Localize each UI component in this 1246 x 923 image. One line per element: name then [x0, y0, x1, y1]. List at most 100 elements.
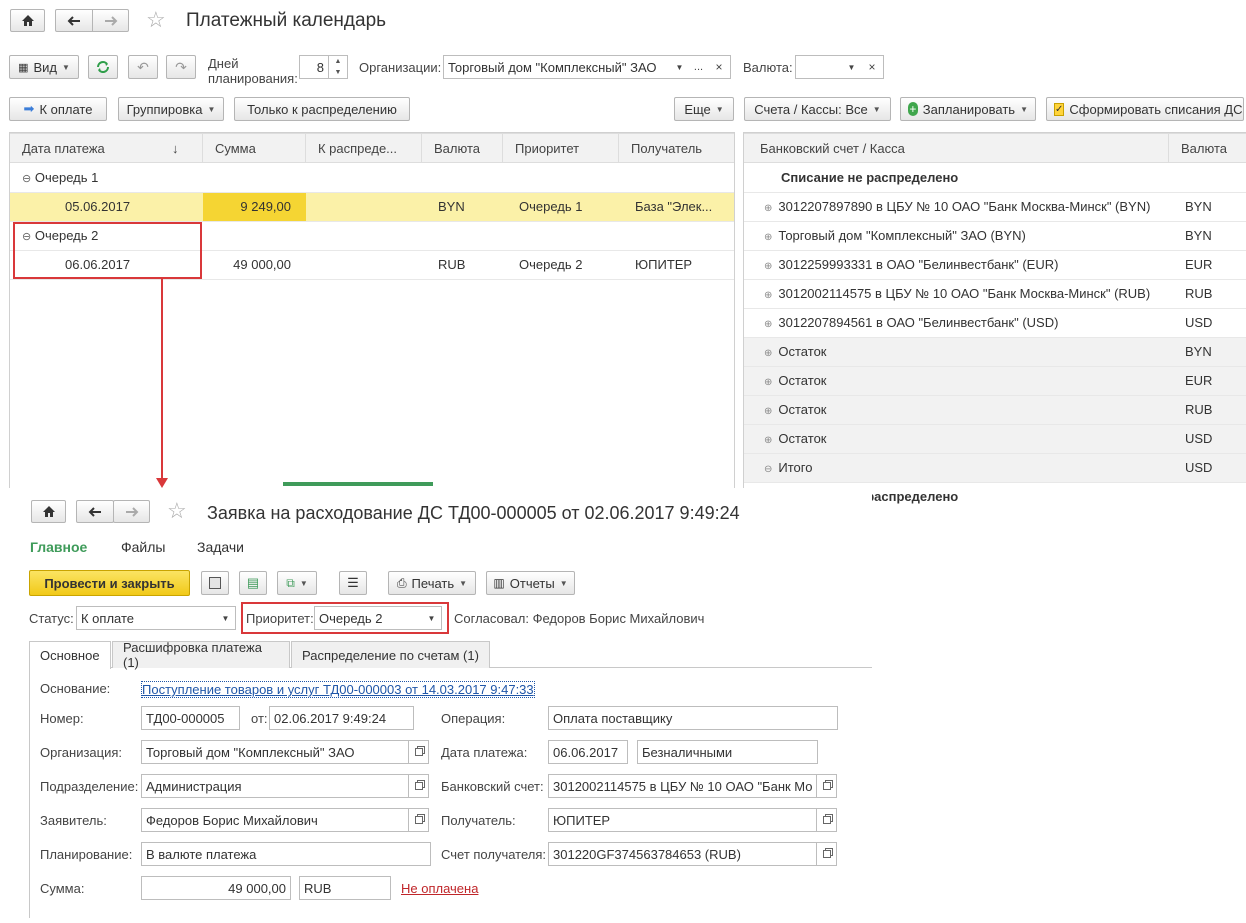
col-sum[interactable]: Сумма	[203, 134, 306, 163]
paytype-select[interactable]: Безналичными	[637, 740, 818, 764]
sum-currency[interactable]: RUB	[299, 876, 391, 900]
only-distribution-button[interactable]: Только к распределению	[234, 97, 410, 121]
post-button[interactable]: ▤	[239, 571, 267, 595]
home-button[interactable]	[10, 9, 45, 32]
account-row[interactable]: ⊖ Итого USD	[744, 454, 1246, 483]
grouping-button[interactable]: Группировка ▼	[118, 97, 224, 121]
arrow-right-icon	[125, 506, 138, 517]
currency-dropdown-button[interactable]: ▼	[842, 55, 862, 79]
paydate-input[interactable]: 06.06.2017	[548, 740, 628, 764]
bank-open-button[interactable]	[817, 774, 837, 798]
bank-input[interactable]: 3012002114575 в ЦБУ № 10 ОАО "Банк Мо	[548, 774, 817, 798]
expand-icon[interactable]: ⊕	[764, 406, 772, 417]
refresh-button[interactable]	[88, 55, 118, 79]
account-row[interactable]: ⊕ Остаток BYN	[744, 338, 1246, 367]
nav-tab-files[interactable]: Файлы	[121, 539, 165, 555]
redo-button[interactable]: ↷	[166, 55, 196, 79]
scroll-bar[interactable]	[283, 482, 433, 486]
to-payment-button[interactable]: ➡ К оплате	[9, 97, 107, 121]
expand-icon[interactable]: ⊕	[764, 348, 772, 359]
account-row[interactable]: ⊕ 3012207894561 в ОАО "Белинвестбанк" (US…	[744, 309, 1246, 338]
col-recipient[interactable]: Получатель	[619, 134, 734, 163]
days-input[interactable]: 8	[299, 55, 329, 79]
account-row[interactable]: ⊕ 3012259993331 в ОАО "Белинвестбанк" (EU…	[744, 251, 1246, 280]
days-stepper[interactable]: ▲ ▼	[328, 55, 348, 79]
col-date[interactable]: Дата платежа ↓	[10, 134, 203, 163]
accounts-filter-button[interactable]: Счета / Кассы: Все ▼	[744, 97, 891, 121]
post-and-close-button[interactable]: Провести и закрыть	[29, 570, 190, 596]
nav-tab-main[interactable]: Главное	[30, 539, 87, 555]
view-button[interactable]: ▦ Вид ▼	[9, 55, 79, 79]
planning-select[interactable]: В валюте платежа	[141, 842, 431, 866]
save-button[interactable]	[201, 571, 229, 595]
applicant-input[interactable]: Федоров Борис Михайлович	[141, 808, 409, 832]
plan-button[interactable]: + Запланировать ▼	[900, 97, 1036, 121]
form-writeoffs-button[interactable]: ✓ Сформировать списания ДС	[1046, 97, 1244, 121]
print-button[interactable]: ⎙ Печать ▼	[388, 571, 476, 595]
basis-link[interactable]: Поступление товаров и услуг ТД00-000003 …	[141, 681, 535, 698]
org-clear-button[interactable]: ×	[708, 55, 731, 79]
payment-status-link[interactable]: Не оплачена	[401, 881, 478, 896]
applicant-open-button[interactable]	[409, 808, 429, 832]
account-row[interactable]: ⊕ Торговый дом "Комплексный" ЗАО (BYN) BYN	[744, 222, 1246, 251]
favorite-star-icon[interactable]: ☆	[146, 8, 166, 32]
status-dropdown-button[interactable]: ▼	[216, 606, 236, 630]
more-button[interactable]: Еще ▼	[674, 97, 734, 121]
account-row[interactable]: ⊕ Остаток USD	[744, 425, 1246, 454]
org-open-button[interactable]	[409, 740, 429, 764]
col-right-currency[interactable]: Валюта	[1169, 134, 1246, 163]
operation-select[interactable]: Оплата поставщику	[548, 706, 838, 730]
tab-main[interactable]: Основное	[29, 641, 111, 669]
collapse-icon[interactable]: ⊖	[764, 464, 772, 475]
recipient-input[interactable]: ЮПИТЕР	[548, 808, 817, 832]
dept-input[interactable]: Администрация	[141, 774, 409, 798]
recipient-open-button[interactable]	[817, 808, 837, 832]
expand-icon[interactable]: ⊕	[764, 232, 772, 243]
undo-button[interactable]: ↶	[128, 55, 158, 79]
tab-distribution[interactable]: Распределение по счетам (1)	[291, 641, 490, 668]
basis-label: Основание:	[40, 681, 111, 696]
recipient-account-input[interactable]: 301220GF374563784653 (RUB)	[548, 842, 817, 866]
doc-forward-button[interactable]	[113, 500, 150, 523]
group-row[interactable]: ⊖ Очередь 1	[10, 164, 734, 193]
create-based-on-button[interactable]: ⧉ ▼	[277, 571, 317, 595]
account-row[interactable]: Списание не распределено	[744, 164, 1246, 193]
org-select[interactable]: Торговый дом "Комплексный" ЗАО	[443, 55, 671, 79]
recipient-account-open-button[interactable]	[817, 842, 837, 866]
expand-icon[interactable]: ⊕	[764, 203, 772, 214]
currency-clear-button[interactable]: ×	[861, 55, 884, 79]
status-select[interactable]: К оплате	[76, 606, 217, 630]
doc-back-button[interactable]	[76, 500, 114, 523]
org-dropdown-button[interactable]: ▼	[670, 55, 690, 79]
expand-icon[interactable]: ⊕	[764, 377, 772, 388]
reports-button[interactable]: ▥ Отчеты ▼	[486, 571, 575, 595]
expand-icon[interactable]: ⊕	[764, 261, 772, 272]
list-button[interactable]: ☰	[339, 571, 367, 595]
forward-button[interactable]	[92, 9, 129, 32]
account-row[interactable]: ⊕ 3012207897890 в ЦБУ № 10 ОАО "Банк Моск…	[744, 193, 1246, 222]
favorite-star-icon[interactable]: ☆	[167, 499, 187, 523]
collapse-icon[interactable]: ⊖	[22, 173, 31, 185]
col-currency[interactable]: Валюта	[422, 134, 503, 163]
expand-icon[interactable]: ⊕	[764, 319, 772, 330]
tab-payment-details[interactable]: Расшифровка платежа (1)	[112, 640, 290, 670]
col-distribute[interactable]: К распреде...	[306, 134, 422, 163]
sum-input[interactable]: 49 000,00	[141, 876, 291, 900]
expand-icon[interactable]: ⊕	[764, 290, 772, 301]
account-row[interactable]: ⊕ Остаток EUR	[744, 367, 1246, 396]
org-choose-button[interactable]: ...	[689, 55, 709, 79]
col-bank-account[interactable]: Банковский счет / Касса	[744, 134, 1169, 163]
expand-icon[interactable]: ⊕	[764, 435, 772, 446]
col-priority[interactable]: Приоритет	[503, 134, 619, 163]
table-row[interactable]: 05.06.2017 9 249,00 BYN Очередь 1 База "…	[10, 193, 734, 222]
number-input[interactable]: ТД00-000005	[141, 706, 240, 730]
nav-tab-tasks[interactable]: Задачи	[197, 539, 244, 555]
date-from-input[interactable]: 02.06.2017 9:49:24	[269, 706, 414, 730]
back-button[interactable]	[55, 9, 93, 32]
org-input[interactable]: Торговый дом "Комплексный" ЗАО	[141, 740, 409, 764]
doc-home-button[interactable]	[31, 500, 66, 523]
account-row[interactable]: ⊕ 3012002114575 в ЦБУ № 10 ОАО "Банк Моск…	[744, 280, 1246, 309]
dept-open-button[interactable]	[409, 774, 429, 798]
account-row[interactable]: ⊕ Остаток RUB	[744, 396, 1246, 425]
currency-select[interactable]	[795, 55, 843, 79]
